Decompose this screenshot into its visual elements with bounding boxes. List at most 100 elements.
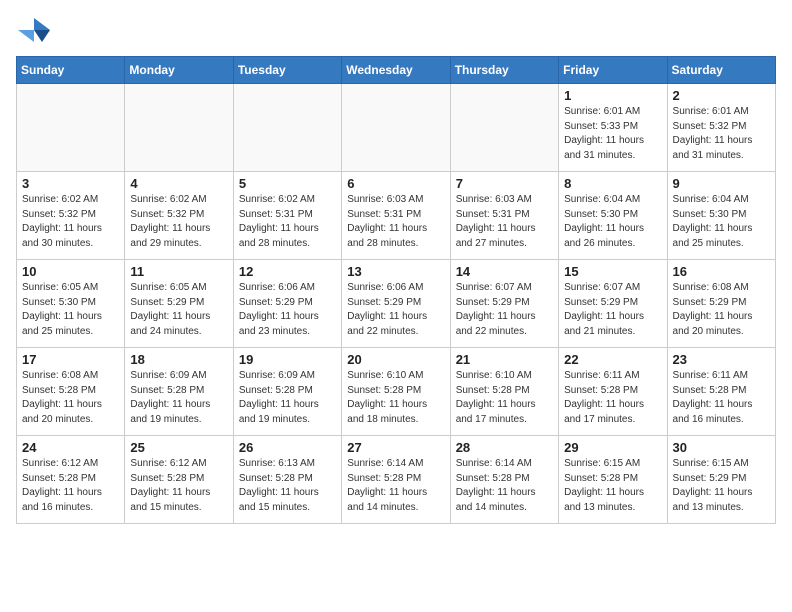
day-info: Sunrise: 6:01 AM Sunset: 5:32 PM Dayligh…	[673, 105, 770, 163]
day-number: 8	[564, 176, 661, 191]
day-number: 16	[673, 264, 770, 279]
day-info: Sunrise: 6:07 AM Sunset: 5:29 PM Dayligh…	[456, 281, 553, 339]
day-number: 15	[564, 264, 661, 279]
calendar-week-2: 3 Sunrise: 6:02 AM Sunset: 5:32 PM Daylig…	[17, 172, 776, 260]
calendar-cell: 2 Sunrise: 6:01 AM Sunset: 5:32 PM Daylig…	[667, 84, 775, 172]
day-number: 10	[22, 264, 119, 279]
day-info: Sunrise: 6:01 AM Sunset: 5:33 PM Dayligh…	[564, 105, 661, 163]
day-number: 14	[456, 264, 553, 279]
calendar-cell	[342, 84, 450, 172]
day-info: Sunrise: 6:07 AM Sunset: 5:29 PM Dayligh…	[564, 281, 661, 339]
calendar-cell: 10 Sunrise: 6:05 AM Sunset: 5:30 PM Dayli…	[17, 260, 125, 348]
day-number: 19	[239, 352, 336, 367]
weekday-header-tuesday: Tuesday	[233, 57, 341, 84]
day-info: Sunrise: 6:11 AM Sunset: 5:28 PM Dayligh…	[564, 369, 661, 427]
calendar-cell: 22 Sunrise: 6:11 AM Sunset: 5:28 PM Dayli…	[559, 348, 667, 436]
day-number: 7	[456, 176, 553, 191]
calendar-cell: 25 Sunrise: 6:12 AM Sunset: 5:28 PM Dayli…	[125, 436, 233, 524]
logo	[16, 16, 56, 44]
day-number: 13	[347, 264, 444, 279]
day-number: 2	[673, 88, 770, 103]
day-number: 1	[564, 88, 661, 103]
calendar-week-4: 17 Sunrise: 6:08 AM Sunset: 5:28 PM Dayli…	[17, 348, 776, 436]
day-number: 25	[130, 440, 227, 455]
weekday-header-friday: Friday	[559, 57, 667, 84]
calendar-cell	[233, 84, 341, 172]
page-header	[16, 16, 776, 44]
day-info: Sunrise: 6:10 AM Sunset: 5:28 PM Dayligh…	[347, 369, 444, 427]
calendar-header: SundayMondayTuesdayWednesdayThursdayFrid…	[17, 57, 776, 84]
calendar-cell: 21 Sunrise: 6:10 AM Sunset: 5:28 PM Dayli…	[450, 348, 558, 436]
day-info: Sunrise: 6:15 AM Sunset: 5:28 PM Dayligh…	[564, 457, 661, 515]
calendar-cell: 11 Sunrise: 6:05 AM Sunset: 5:29 PM Dayli…	[125, 260, 233, 348]
day-info: Sunrise: 6:05 AM Sunset: 5:30 PM Dayligh…	[22, 281, 119, 339]
weekday-header-sunday: Sunday	[17, 57, 125, 84]
day-info: Sunrise: 6:15 AM Sunset: 5:29 PM Dayligh…	[673, 457, 770, 515]
day-number: 18	[130, 352, 227, 367]
day-info: Sunrise: 6:02 AM Sunset: 5:32 PM Dayligh…	[22, 193, 119, 251]
day-info: Sunrise: 6:12 AM Sunset: 5:28 PM Dayligh…	[22, 457, 119, 515]
calendar-cell: 12 Sunrise: 6:06 AM Sunset: 5:29 PM Dayli…	[233, 260, 341, 348]
day-info: Sunrise: 6:06 AM Sunset: 5:29 PM Dayligh…	[347, 281, 444, 339]
calendar-cell	[125, 84, 233, 172]
calendar-week-5: 24Sunrise: 6:12 AM Sunset: 5:28 PM Dayli…	[17, 436, 776, 524]
weekday-header-monday: Monday	[125, 57, 233, 84]
day-number: 27	[347, 440, 444, 455]
calendar-cell: 20 Sunrise: 6:10 AM Sunset: 5:28 PM Dayli…	[342, 348, 450, 436]
calendar-cell: 8 Sunrise: 6:04 AM Sunset: 5:30 PM Daylig…	[559, 172, 667, 260]
weekday-header-wednesday: Wednesday	[342, 57, 450, 84]
calendar-cell: 17 Sunrise: 6:08 AM Sunset: 5:28 PM Dayli…	[17, 348, 125, 436]
day-number: 21	[456, 352, 553, 367]
calendar-cell: 30 Sunrise: 6:15 AM Sunset: 5:29 PM Dayli…	[667, 436, 775, 524]
day-info: Sunrise: 6:06 AM Sunset: 5:29 PM Dayligh…	[239, 281, 336, 339]
calendar-cell: 14 Sunrise: 6:07 AM Sunset: 5:29 PM Dayli…	[450, 260, 558, 348]
calendar-week-1: 1 Sunrise: 6:01 AM Sunset: 5:33 PM Daylig…	[17, 84, 776, 172]
weekday-header-thursday: Thursday	[450, 57, 558, 84]
day-number: 9	[673, 176, 770, 191]
calendar-cell: 27Sunrise: 6:14 AM Sunset: 5:28 PM Dayli…	[342, 436, 450, 524]
calendar-cell: 4 Sunrise: 6:02 AM Sunset: 5:32 PM Daylig…	[125, 172, 233, 260]
day-info: Sunrise: 6:10 AM Sunset: 5:28 PM Dayligh…	[456, 369, 553, 427]
calendar-cell: 9 Sunrise: 6:04 AM Sunset: 5:30 PM Daylig…	[667, 172, 775, 260]
calendar-cell: 16Sunrise: 6:08 AM Sunset: 5:29 PM Dayli…	[667, 260, 775, 348]
day-number: 12	[239, 264, 336, 279]
calendar-cell: 5 Sunrise: 6:02 AM Sunset: 5:31 PM Daylig…	[233, 172, 341, 260]
day-number: 22	[564, 352, 661, 367]
logo-icon	[16, 16, 52, 44]
day-info: Sunrise: 6:05 AM Sunset: 5:29 PM Dayligh…	[130, 281, 227, 339]
day-info: Sunrise: 6:08 AM Sunset: 5:28 PM Dayligh…	[22, 369, 119, 427]
day-number: 23	[673, 352, 770, 367]
day-number: 6	[347, 176, 444, 191]
day-number: 11	[130, 264, 227, 279]
calendar-cell: 28Sunrise: 6:14 AM Sunset: 5:28 PM Dayli…	[450, 436, 558, 524]
calendar-cell: 29 Sunrise: 6:15 AM Sunset: 5:28 PM Dayli…	[559, 436, 667, 524]
calendar-cell: 19 Sunrise: 6:09 AM Sunset: 5:28 PM Dayli…	[233, 348, 341, 436]
day-number: 29	[564, 440, 661, 455]
day-number: 17	[22, 352, 119, 367]
calendar-cell: 7 Sunrise: 6:03 AM Sunset: 5:31 PM Daylig…	[450, 172, 558, 260]
day-info: Sunrise: 6:03 AM Sunset: 5:31 PM Dayligh…	[347, 193, 444, 251]
calendar-cell: 3 Sunrise: 6:02 AM Sunset: 5:32 PM Daylig…	[17, 172, 125, 260]
day-number: 30	[673, 440, 770, 455]
day-number: 3	[22, 176, 119, 191]
calendar-cell: 24Sunrise: 6:12 AM Sunset: 5:28 PM Dayli…	[17, 436, 125, 524]
day-number: 5	[239, 176, 336, 191]
day-info: Sunrise: 6:14 AM Sunset: 5:28 PM Dayligh…	[456, 457, 553, 515]
day-number: 26	[239, 440, 336, 455]
day-info: Sunrise: 6:04 AM Sunset: 5:30 PM Dayligh…	[673, 193, 770, 251]
day-info: Sunrise: 6:09 AM Sunset: 5:28 PM Dayligh…	[239, 369, 336, 427]
day-info: Sunrise: 6:03 AM Sunset: 5:31 PM Dayligh…	[456, 193, 553, 251]
day-info: Sunrise: 6:09 AM Sunset: 5:28 PM Dayligh…	[130, 369, 227, 427]
calendar-cell: 15 Sunrise: 6:07 AM Sunset: 5:29 PM Dayli…	[559, 260, 667, 348]
day-info: Sunrise: 6:02 AM Sunset: 5:31 PM Dayligh…	[239, 193, 336, 251]
day-number: 20	[347, 352, 444, 367]
day-info: Sunrise: 6:04 AM Sunset: 5:30 PM Dayligh…	[564, 193, 661, 251]
day-info: Sunrise: 6:02 AM Sunset: 5:32 PM Dayligh…	[130, 193, 227, 251]
weekday-header-saturday: Saturday	[667, 57, 775, 84]
day-number: 4	[130, 176, 227, 191]
calendar: SundayMondayTuesdayWednesdayThursdayFrid…	[16, 56, 776, 524]
day-info: Sunrise: 6:12 AM Sunset: 5:28 PM Dayligh…	[130, 457, 227, 515]
day-info: Sunrise: 6:13 AM Sunset: 5:28 PM Dayligh…	[239, 457, 336, 515]
calendar-cell: 1 Sunrise: 6:01 AM Sunset: 5:33 PM Daylig…	[559, 84, 667, 172]
calendar-cell: 13 Sunrise: 6:06 AM Sunset: 5:29 PM Dayli…	[342, 260, 450, 348]
